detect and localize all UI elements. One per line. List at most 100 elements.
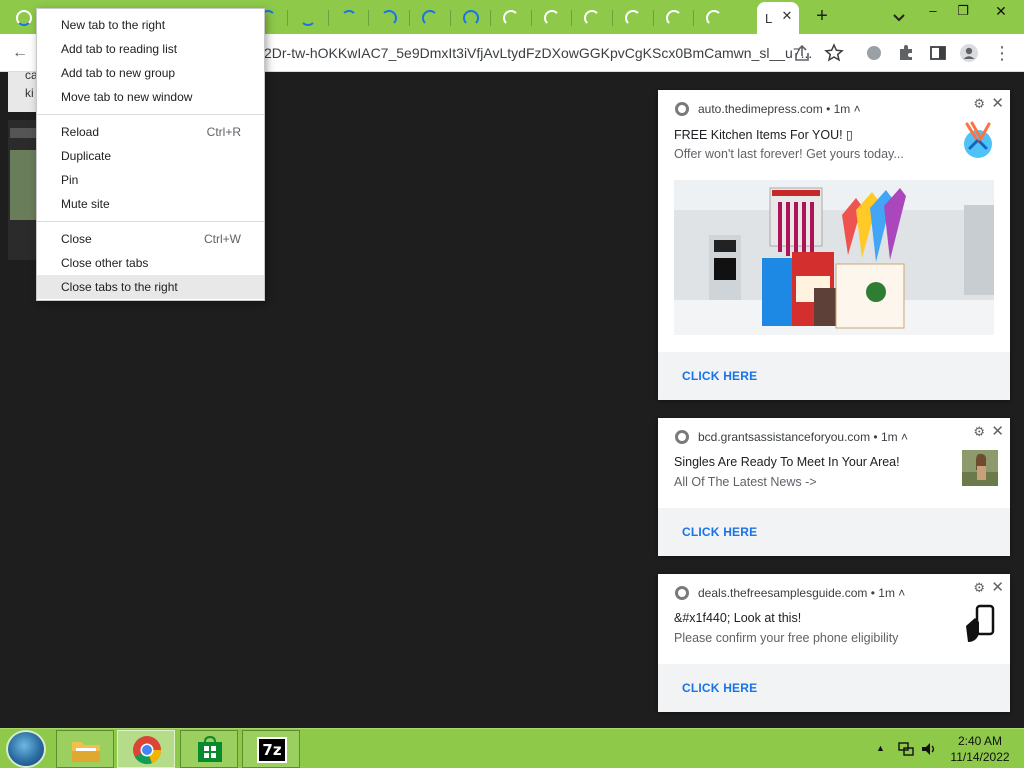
taskbar-app-store[interactable]	[180, 730, 238, 768]
tab-separator	[693, 10, 695, 26]
loading-tab[interactable]	[329, 4, 369, 32]
gear-icon[interactable]: ⚙	[973, 580, 985, 596]
back-arrow-icon[interactable]: ←	[10, 43, 30, 63]
volume-icon[interactable]	[920, 740, 938, 758]
loading-spinner-icon	[340, 10, 357, 26]
gear-icon[interactable]: ⚙	[973, 96, 985, 112]
share-icon[interactable]	[792, 43, 812, 63]
loading-tab[interactable]	[572, 4, 612, 32]
chrome-icon	[675, 586, 689, 600]
tab-close-icon[interactable]: ✕	[779, 8, 795, 24]
menu-item-label: New tab to the right	[61, 18, 166, 32]
menu-item-close-tabs-to-the-right[interactable]: Close tabs to the right	[37, 275, 264, 299]
menu-item-new-tab-to-the-right[interactable]: New tab to the right	[37, 13, 264, 37]
menu-item-label: Move tab to new window	[61, 90, 193, 104]
tab-separator	[368, 10, 370, 26]
tab-separator	[409, 10, 410, 26]
minimize-button[interactable]: –	[918, 0, 948, 22]
menu-item-label: Reload	[61, 125, 100, 139]
notification-message: All Of The Latest News ->	[674, 475, 817, 489]
new-tab-button[interactable]: +	[811, 6, 833, 28]
loading-tab[interactable]	[491, 4, 531, 32]
menu-item-add-tab-to-new-group[interactable]: Add tab to new group	[37, 61, 264, 85]
loading-tab[interactable]	[451, 4, 491, 32]
menu-item-reload[interactable]: Reload Ctrl+R	[37, 120, 264, 144]
menu-kebab-icon[interactable]: ⋮	[992, 43, 1012, 63]
file-explorer-icon	[72, 742, 100, 762]
tab-separator	[571, 10, 573, 26]
loading-tab[interactable]	[613, 4, 653, 32]
tab-separator	[490, 10, 492, 26]
network-icon[interactable]	[897, 740, 915, 758]
notification-message: Please confirm your free phone eligibili…	[674, 631, 899, 645]
notification-title: Singles Are Ready To Meet In Your Area!	[674, 455, 900, 469]
loading-tab[interactable]	[288, 4, 328, 32]
menu-item-mute-site[interactable]: Mute site	[37, 192, 264, 216]
chrome-icon	[675, 102, 689, 116]
bookmark-star-icon[interactable]	[824, 43, 844, 63]
menu-item-duplicate[interactable]: Duplicate	[37, 144, 264, 168]
extensions-puzzle-icon[interactable]	[896, 43, 916, 63]
loading-spinner-icon	[543, 10, 560, 26]
menu-separator	[37, 114, 264, 115]
menu-item-shortcut: Ctrl+R	[206, 125, 241, 139]
start-button[interactable]	[6, 730, 46, 768]
notification-footer: CLICK HERE	[658, 508, 1010, 556]
close-icon[interactable]: ✕	[991, 578, 1004, 596]
menu-item-label: Add tab to reading list	[61, 42, 178, 56]
loading-tab[interactable]	[410, 4, 450, 32]
click-here-button[interactable]: CLICK HERE	[682, 525, 757, 539]
taskbar-app-file-explorer[interactable]	[56, 730, 114, 768]
notification-message: Offer won't last forever! Get yours toda…	[674, 147, 904, 161]
notification-card[interactable]: bcd.grantsassistanceforyou.com • 1m ˄ ⚙ …	[658, 418, 1010, 556]
tray-expand-icon[interactable]: ▲	[876, 743, 885, 753]
click-here-button[interactable]: CLICK HERE	[682, 369, 757, 383]
store-icon	[198, 736, 222, 762]
loading-spinner-icon	[300, 10, 317, 26]
system-clock[interactable]: 2:40 AM 11/14/2022	[944, 733, 1016, 765]
loading-spinner-icon	[665, 10, 682, 26]
loading-spinner-icon	[625, 10, 641, 26]
menu-item-label: Add tab to new group	[61, 66, 176, 80]
loading-tab[interactable]	[369, 4, 409, 32]
menu-item-pin[interactable]: Pin	[37, 168, 264, 192]
clock-time: 2:40 AM	[957, 734, 1003, 748]
menu-item-close[interactable]: Close Ctrl+W	[37, 227, 264, 251]
taskbar: 7z ▲ 2:40 AM 11/14/2022	[0, 728, 1024, 768]
restore-button[interactable]: ❐	[948, 0, 978, 22]
tab-separator	[327, 10, 329, 26]
menu-item-label: Mute site	[61, 197, 110, 211]
loading-spinner-icon	[381, 10, 398, 26]
loading-tab[interactable]	[532, 4, 572, 32]
close-icon[interactable]: ✕	[991, 94, 1004, 112]
menu-item-label: Close other tabs	[61, 256, 149, 270]
kitchen-products-image	[674, 180, 994, 335]
loading-spinner-icon	[584, 10, 601, 26]
side-panel-icon[interactable]	[928, 43, 948, 63]
click-here-button[interactable]: CLICK HERE	[682, 681, 757, 695]
url-text: 2Dr-tw-hOKKwIAC7_5e9DmxIt3iVfjAvLtydFzDX…	[264, 45, 813, 61]
close-window-button[interactable]: ✕	[978, 0, 1024, 22]
address-bar[interactable]: 2Dr-tw-hOKKwIAC7_5e9DmxIt3iVfjAvLtydFzDX…	[255, 37, 855, 67]
loading-spinner-icon	[706, 10, 723, 26]
profile-avatar-icon[interactable]	[959, 43, 979, 63]
loading-tab[interactable]	[654, 4, 694, 32]
close-icon[interactable]: ✕	[991, 422, 1004, 440]
person-photo-thumbnail	[962, 450, 998, 486]
notification-card[interactable]: auto.thedimepress.com • 1m ˄ ⚙ ✕ FREE Ki…	[658, 90, 1010, 400]
background-page-strip	[8, 120, 38, 260]
menu-item-move-tab-to-new-window[interactable]: Move tab to new window	[37, 85, 264, 109]
notification-footer: CLICK HERE	[658, 664, 1010, 712]
gear-icon[interactable]: ⚙	[973, 424, 985, 440]
taskbar-app-chrome[interactable]	[117, 730, 175, 768]
hand-phone-icon	[966, 604, 995, 642]
notification-card[interactable]: deals.thefreesamplesguide.com • 1m ˄ ⚙ ✕…	[658, 574, 1010, 712]
loading-tab[interactable]	[694, 4, 734, 32]
taskbar-app-7zip[interactable]: 7z	[242, 730, 300, 768]
menu-item-add-tab-to-reading-list[interactable]: Add tab to reading list	[37, 37, 264, 61]
chevron-down-icon[interactable]	[890, 8, 908, 26]
extension-pacman-icon[interactable]	[864, 43, 884, 63]
active-tab[interactable]: L ✕	[757, 2, 799, 34]
kitchen-utensils-icon	[964, 121, 992, 158]
menu-item-close-other-tabs[interactable]: Close other tabs	[37, 251, 264, 275]
